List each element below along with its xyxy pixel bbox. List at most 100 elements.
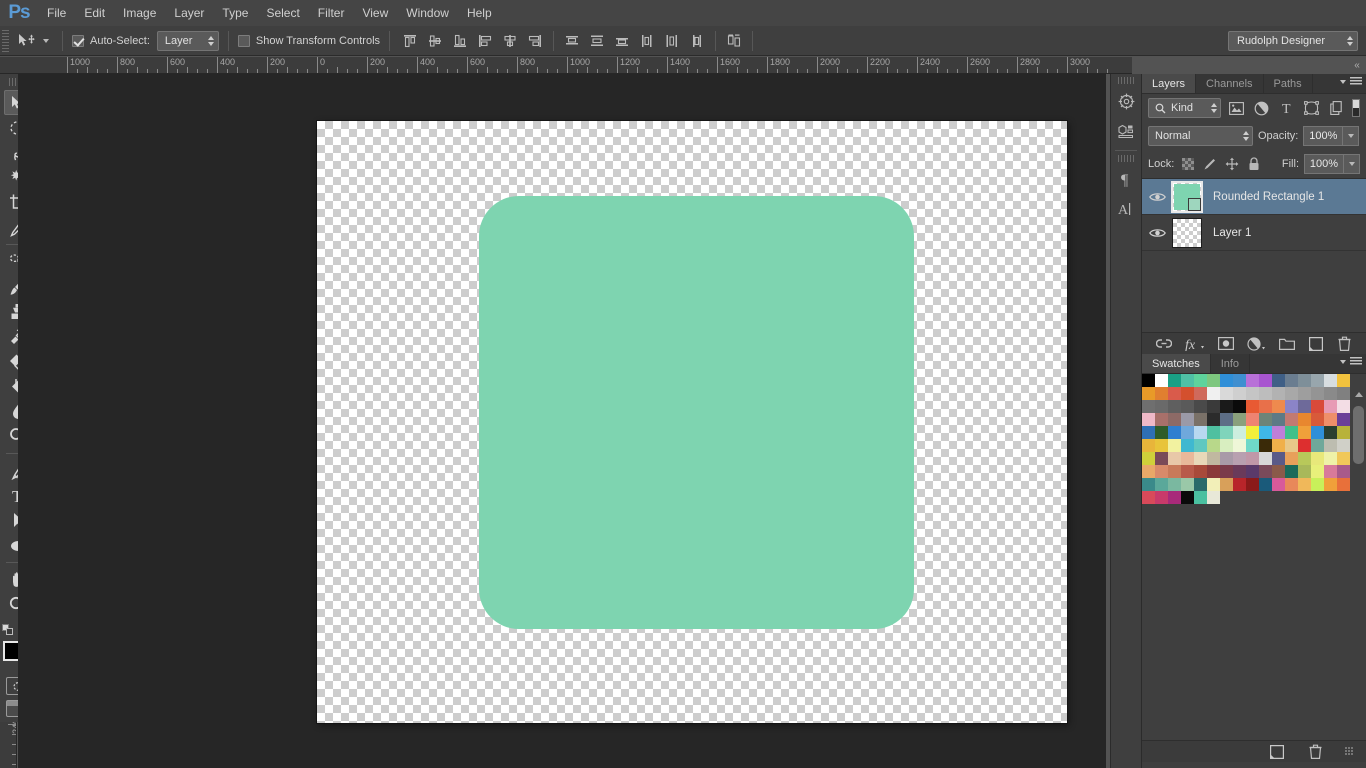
auto-select-dropdown[interactable]: Layer (156, 30, 219, 51)
color-swatch[interactable] (1233, 452, 1246, 465)
color-swatch[interactable] (1337, 439, 1350, 452)
color-swatch[interactable] (1311, 478, 1324, 491)
layer-row[interactable]: Rounded Rectangle 1 (1142, 179, 1366, 215)
distribute-left-edges-icon[interactable] (636, 30, 658, 52)
lock-position-icon[interactable] (1223, 154, 1240, 174)
new-layer-icon[interactable] (1308, 336, 1324, 352)
character-panel-icon[interactable]: A (1112, 195, 1140, 223)
color-swatch[interactable] (1233, 387, 1246, 400)
layer-visibility-toggle[interactable] (1142, 227, 1172, 239)
align-top-edges-icon[interactable] (399, 30, 421, 52)
filter-toggle-icon[interactable] (1352, 99, 1360, 117)
color-swatch[interactable] (1246, 387, 1259, 400)
color-swatch[interactable] (1142, 465, 1155, 478)
canvas-area[interactable] (18, 74, 1106, 768)
layer-visibility-toggle[interactable] (1142, 191, 1172, 203)
tool-preset-chevron-icon[interactable] (43, 38, 49, 43)
menu-item-edit[interactable]: Edit (75, 0, 114, 26)
color-swatch[interactable] (1194, 491, 1207, 504)
color-swatch[interactable] (1324, 400, 1337, 413)
color-swatch[interactable] (1324, 426, 1337, 439)
color-swatch[interactable] (1285, 413, 1298, 426)
color-swatch[interactable] (1155, 413, 1168, 426)
shape-layer-filter-icon[interactable] (1302, 98, 1322, 118)
delete-layer-icon[interactable] (1337, 336, 1353, 352)
color-swatch[interactable] (1298, 426, 1311, 439)
color-swatch[interactable] (1142, 426, 1155, 439)
color-swatch[interactable] (1298, 465, 1311, 478)
color-swatch[interactable] (1272, 374, 1285, 387)
color-swatch[interactable] (1233, 413, 1246, 426)
color-swatch[interactable] (1207, 400, 1220, 413)
color-swatch[interactable] (1142, 491, 1155, 504)
color-swatch[interactable] (1207, 478, 1220, 491)
menu-item-image[interactable]: Image (114, 0, 165, 26)
color-swatch[interactable] (1285, 452, 1298, 465)
color-swatch[interactable] (1220, 465, 1233, 478)
blend-mode-dropdown[interactable]: Normal (1148, 126, 1253, 146)
color-swatch[interactable] (1207, 374, 1220, 387)
color-swatch[interactable] (1298, 452, 1311, 465)
color-swatch[interactable] (1337, 374, 1350, 387)
opacity-slider-chevron-icon[interactable] (1343, 126, 1360, 146)
layer-thumbnail[interactable] (1171, 180, 1203, 213)
align-left-edges-icon[interactable] (474, 30, 496, 52)
color-swatch[interactable] (1181, 452, 1194, 465)
color-swatch[interactable] (1194, 465, 1207, 478)
color-swatch[interactable] (1259, 439, 1272, 452)
color-swatch[interactable] (1194, 452, 1207, 465)
color-swatch[interactable] (1246, 478, 1259, 491)
adjustment-layer-filter-icon[interactable] (1251, 98, 1271, 118)
color-swatch[interactable] (1233, 478, 1246, 491)
color-swatch[interactable] (1337, 478, 1350, 491)
color-swatch[interactable] (1272, 478, 1285, 491)
tab-paths[interactable]: Paths (1264, 74, 1313, 93)
color-swatch[interactable] (1337, 413, 1350, 426)
color-swatch[interactable] (1194, 478, 1207, 491)
color-swatch[interactable] (1168, 465, 1181, 478)
color-swatch[interactable] (1142, 439, 1155, 452)
type-layer-filter-icon[interactable]: T (1277, 98, 1297, 118)
distribute-vertical-centers-icon[interactable] (586, 30, 608, 52)
color-swatch[interactable] (1246, 400, 1259, 413)
color-swatch[interactable] (1142, 413, 1155, 426)
align-vertical-centers-icon[interactable] (424, 30, 446, 52)
color-swatch[interactable] (1285, 465, 1298, 478)
show-transform-controls-checkbox[interactable] (237, 34, 250, 47)
fill-slider-chevron-icon[interactable] (1344, 154, 1360, 174)
color-swatch[interactable] (1142, 452, 1155, 465)
menu-item-help[interactable]: Help (458, 0, 501, 26)
color-swatch[interactable] (1207, 465, 1220, 478)
color-swatch[interactable] (1259, 452, 1272, 465)
color-swatch[interactable] (1155, 374, 1168, 387)
menu-item-type[interactable]: Type (213, 0, 257, 26)
color-swatch[interactable] (1220, 452, 1233, 465)
lock-image-pixels-icon[interactable] (1201, 154, 1218, 174)
color-swatch[interactable] (1285, 478, 1298, 491)
color-swatch[interactable] (1337, 452, 1350, 465)
color-swatch[interactable] (1285, 439, 1298, 452)
color-swatch[interactable] (1311, 452, 1324, 465)
color-swatch[interactable] (1168, 400, 1181, 413)
color-swatch[interactable] (1311, 413, 1324, 426)
color-swatch[interactable] (1155, 439, 1168, 452)
color-swatch[interactable] (1272, 400, 1285, 413)
color-swatch[interactable] (1168, 491, 1181, 504)
default-colors-icon[interactable] (2, 623, 14, 636)
color-swatch[interactable] (1220, 374, 1233, 387)
color-swatch[interactable] (1233, 374, 1246, 387)
menu-item-layer[interactable]: Layer (165, 0, 213, 26)
color-swatch[interactable] (1311, 426, 1324, 439)
color-swatch[interactable] (1259, 413, 1272, 426)
color-swatch[interactable] (1272, 465, 1285, 478)
scrollbar-thumb[interactable] (1353, 406, 1364, 464)
horizontal-ruler[interactable]: 1000 800 600 400 200 0 200 400 600 800 1000 1200 140… (38, 57, 1132, 74)
color-swatch[interactable] (1220, 413, 1233, 426)
menu-item-window[interactable]: Window (397, 0, 458, 26)
color-swatch[interactable] (1233, 426, 1246, 439)
layer-kind-filter[interactable]: Kind (1148, 98, 1221, 118)
color-swatch[interactable] (1181, 465, 1194, 478)
add-layer-mask-icon[interactable] (1217, 336, 1234, 352)
fill-value[interactable]: 100% (1304, 154, 1344, 174)
color-swatch[interactable] (1155, 426, 1168, 439)
